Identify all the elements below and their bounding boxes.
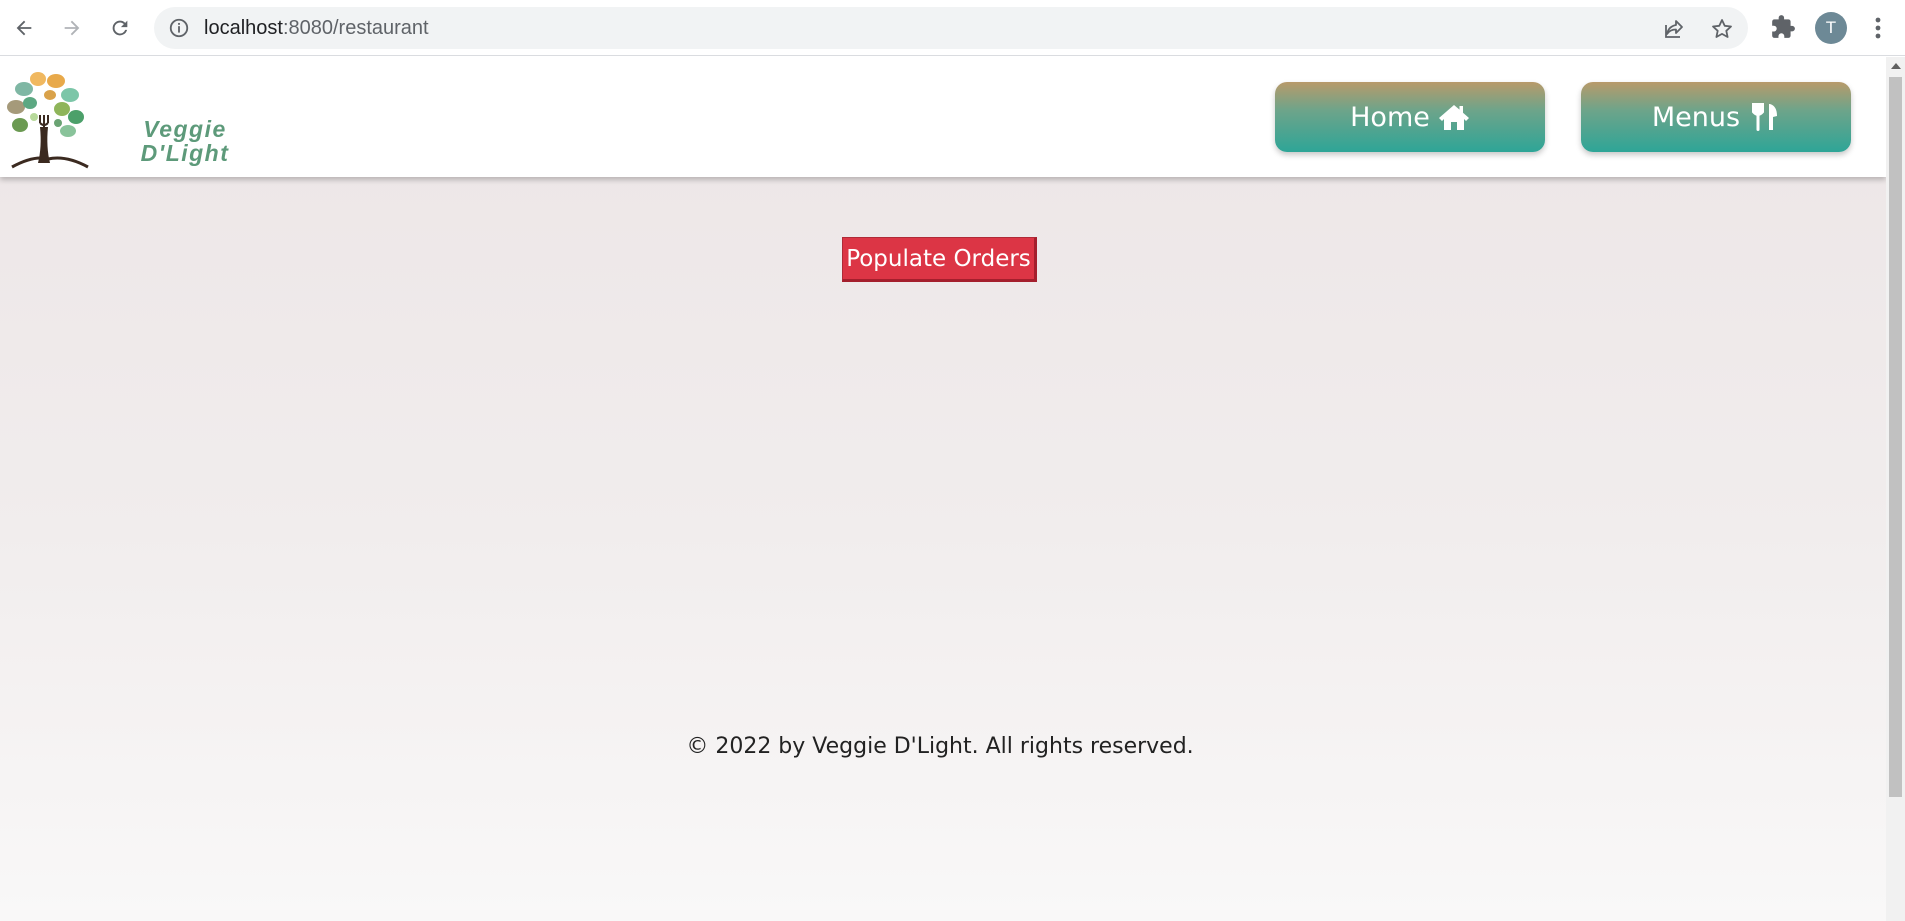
- brand-line-1: Veggie: [143, 116, 227, 142]
- forward-button[interactable]: [56, 12, 88, 44]
- home-nav-label: Home: [1350, 101, 1430, 133]
- scroll-up-arrow-icon[interactable]: [1891, 63, 1901, 69]
- url-host: localhost: [204, 17, 283, 39]
- home-nav-button[interactable]: Home: [1275, 82, 1545, 152]
- home-icon: [1438, 105, 1469, 130]
- brand-name[interactable]: Veggie D'Light: [130, 117, 240, 165]
- info-icon[interactable]: [168, 17, 190, 39]
- page-content: Veggie D'Light Home Menus Populate Order…: [0, 57, 1886, 921]
- footer-copyright: © 2022 by Veggie D'Light. All rights res…: [686, 734, 1194, 759]
- browser-toolbar: localhost:8080/restaurant T: [0, 0, 1905, 56]
- share-icon[interactable]: [1662, 17, 1686, 41]
- back-arrow-icon: [16, 20, 32, 36]
- url-text: localhost:8080/restaurant: [204, 7, 429, 49]
- reload-icon: [112, 20, 128, 36]
- url-path: :8080/restaurant: [282, 17, 429, 39]
- brand-line-2: D'Light: [140, 140, 230, 166]
- forward-arrow-icon: [64, 20, 80, 36]
- profile-avatar[interactable]: T: [1815, 12, 1847, 44]
- menus-nav-label: Menus: [1651, 101, 1741, 133]
- logo-tree-icon[interactable]: [4, 67, 90, 169]
- page-scrollbar[interactable]: [1886, 57, 1905, 921]
- scrollbar-thumb[interactable]: [1889, 77, 1902, 797]
- reload-button[interactable]: [104, 12, 136, 44]
- kebab-menu-icon[interactable]: [1868, 14, 1888, 42]
- puzzle-icon[interactable]: [1770, 14, 1796, 40]
- address-bar[interactable]: localhost:8080/restaurant: [154, 7, 1748, 49]
- utensils-icon: [1752, 103, 1778, 131]
- site-header: Veggie D'Light Home Menus: [0, 57, 1886, 177]
- back-button[interactable]: [8, 12, 40, 44]
- star-icon[interactable]: [1710, 17, 1734, 41]
- menus-nav-button[interactable]: Menus: [1581, 82, 1851, 152]
- populate-orders-button[interactable]: Populate Orders: [842, 237, 1037, 282]
